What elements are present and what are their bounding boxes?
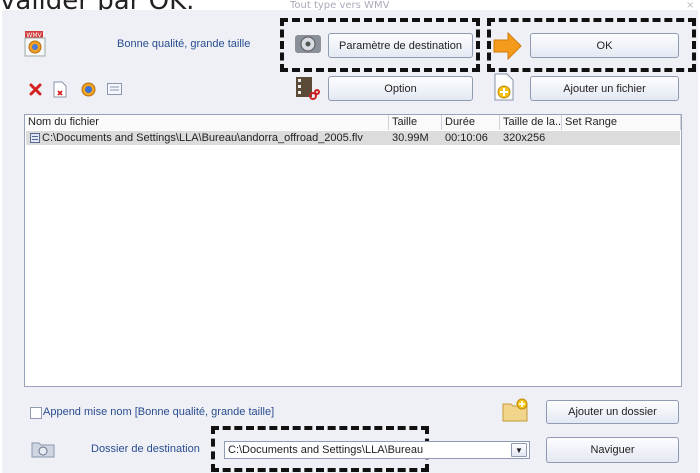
add-folder-icon[interactable] xyxy=(501,397,529,423)
destination-folder-label: Dossier de destination xyxy=(91,443,200,455)
delete-icon[interactable] xyxy=(28,82,42,96)
column-header-duration[interactable]: Durée xyxy=(442,115,500,130)
column-header-size[interactable]: Taille xyxy=(389,115,442,130)
file-duration-cell: 00:10:06 xyxy=(445,132,488,144)
wmv-format-icon[interactable]: WMV xyxy=(24,30,48,58)
browse-button[interactable]: Naviguer xyxy=(546,437,679,463)
file-range-cell xyxy=(562,131,565,145)
destination-path-combobox[interactable]: C:\Documents and Settings\LLA\Bureau ▼ xyxy=(224,441,530,459)
option-button[interactable]: Option xyxy=(328,76,473,101)
column-header-filename[interactable]: Nom du fichier xyxy=(25,115,389,130)
chevron-down-icon[interactable]: ▼ xyxy=(511,443,527,457)
destination-path-value: C:\Documents and Settings\LLA\Bureau xyxy=(228,444,424,456)
add-file-button[interactable]: Ajouter un fichier xyxy=(530,76,679,101)
film-scissors-icon[interactable] xyxy=(293,74,321,102)
profile-label[interactable]: Bonne qualité, grande taille xyxy=(117,38,250,50)
file-size-cell: 30.99M xyxy=(392,132,429,144)
column-header-range[interactable]: Set Range xyxy=(562,115,681,130)
add-folder-button[interactable]: Ajouter un dossier xyxy=(546,400,679,424)
add-file-icon[interactable] xyxy=(492,72,516,102)
destination-folder-icon xyxy=(30,439,56,459)
file-name-cell: C:\Documents and Settings\LLA\Bureau\and… xyxy=(42,132,363,144)
clear-icon[interactable] xyxy=(52,80,68,98)
append-name-label[interactable]: Append mise nom [Bonne qualité, grande t… xyxy=(43,406,274,418)
ok-button[interactable]: OK xyxy=(530,33,679,58)
append-name-checkbox[interactable] xyxy=(30,407,42,419)
file-list[interactable]: Nom du fichier Taille Durée Taille de la… xyxy=(24,114,682,387)
properties-icon[interactable] xyxy=(106,82,122,96)
preview-icon[interactable] xyxy=(80,81,96,97)
table-row[interactable]: C:\Documents and Settings\LLA\Bureau\and… xyxy=(26,131,680,145)
column-header-resolution[interactable]: Taille de la... xyxy=(500,115,564,130)
window-close-button[interactable]: × xyxy=(686,0,694,11)
file-resolution-cell: 320x256 xyxy=(503,132,546,144)
destination-settings-button[interactable]: Paramètre de destination xyxy=(328,33,473,58)
